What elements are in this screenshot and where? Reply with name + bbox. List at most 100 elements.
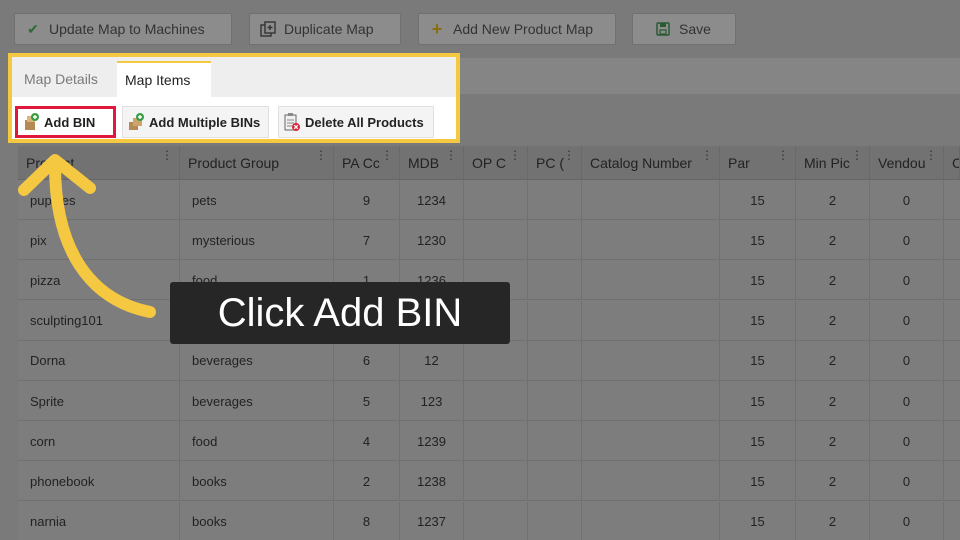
cell-vendout[interactable]: 0	[870, 340, 944, 381]
cell-catalog-number[interactable]	[582, 300, 720, 341]
cell-pc[interactable]	[528, 421, 582, 462]
cell-pc[interactable]	[528, 180, 582, 220]
cell-product-group[interactable]: food	[180, 421, 334, 462]
table-row[interactable]: pix mysterious 7 1230 15 2 0	[18, 220, 960, 261]
cell-par[interactable]: 15	[720, 421, 796, 462]
cell-vendout[interactable]: 0	[870, 501, 944, 540]
column-menu-icon[interactable]: ⋮	[701, 149, 713, 161]
tab-map-items[interactable]: Map Items	[117, 61, 211, 97]
cell-mdb[interactable]: 1238	[400, 461, 464, 502]
add-new-product-map-button[interactable]: + Add New Product Map	[418, 13, 616, 45]
cell-product-group[interactable]: beverages	[180, 340, 334, 381]
cell-vendout[interactable]: 0	[870, 260, 944, 301]
cell-catalog-number[interactable]	[582, 421, 720, 462]
cell-product[interactable]: sculpting101	[18, 300, 180, 341]
column-menu-icon[interactable]: ⋮	[381, 149, 393, 161]
column-header-par[interactable]: Par ⋮	[720, 146, 796, 180]
cell-min-pick[interactable]: 2	[796, 381, 870, 421]
cell-pa[interactable]: 9	[334, 180, 400, 220]
add-bin-button[interactable]: Add BIN	[15, 106, 116, 138]
save-button[interactable]: Save	[632, 13, 736, 45]
cell-product-group[interactable]: books	[180, 461, 334, 502]
table-row[interactable]: corn food 4 1239 15 2 0	[18, 421, 960, 462]
cell-product[interactable]: phonebook	[18, 461, 180, 502]
column-header-product[interactable]: Product ⋮	[18, 146, 180, 180]
cell-min-pick[interactable]: 2	[796, 220, 870, 261]
cell-vendout[interactable]: 0	[870, 381, 944, 421]
column-menu-icon[interactable]: ⋮	[563, 149, 575, 161]
table-row[interactable]: puppies pets 9 1234 15 2 0	[18, 180, 960, 220]
cell-vendout[interactable]: 0	[870, 220, 944, 261]
cell-min-pick[interactable]: 2	[796, 340, 870, 381]
cell-pc[interactable]	[528, 260, 582, 301]
cell-pc[interactable]	[528, 381, 582, 421]
column-menu-icon[interactable]: ⋮	[315, 149, 327, 161]
delete-all-products-button[interactable]: Delete All Products	[278, 106, 434, 138]
duplicate-map-button[interactable]: Duplicate Map	[249, 13, 401, 45]
cell-pc[interactable]	[528, 300, 582, 341]
cell-par[interactable]: 15	[720, 381, 796, 421]
cell-par[interactable]: 15	[720, 220, 796, 261]
update-map-button[interactable]: ✔ Update Map to Machines	[14, 13, 232, 45]
cell-op[interactable]	[464, 461, 528, 502]
cell-catalog-number[interactable]	[582, 220, 720, 261]
cell-pa[interactable]: 6	[334, 340, 400, 381]
cell-catalog-number[interactable]	[582, 260, 720, 301]
column-menu-icon[interactable]: ⋮	[851, 149, 863, 161]
cell-product[interactable]: Sprite	[18, 381, 180, 421]
table-row[interactable]: Sprite beverages 5 123 15 2 0	[18, 381, 960, 421]
cell-pc[interactable]	[528, 220, 582, 261]
cell-product-group[interactable]: books	[180, 501, 334, 540]
cell-op[interactable]	[464, 501, 528, 540]
cell-mdb[interactable]: 1239	[400, 421, 464, 462]
column-menu-icon[interactable]: ⋮	[925, 149, 937, 161]
cell-product[interactable]: narnia	[18, 501, 180, 540]
cell-op[interactable]	[464, 180, 528, 220]
cell-op[interactable]	[464, 220, 528, 261]
column-menu-icon[interactable]: ⋮	[777, 149, 789, 161]
cell-par[interactable]: 15	[720, 180, 796, 220]
cell-product[interactable]: Dorna	[18, 340, 180, 381]
cell-pa[interactable]: 2	[334, 461, 400, 502]
column-header-mdb[interactable]: MDB ⋮	[400, 146, 464, 180]
cell-par[interactable]: 15	[720, 260, 796, 301]
cell-product[interactable]: pizza	[18, 260, 180, 301]
column-header-pc[interactable]: PC (⋮	[528, 146, 582, 180]
cell-min-pick[interactable]: 2	[796, 501, 870, 540]
cell-product-group[interactable]: mysterious	[180, 220, 334, 261]
column-header-c[interactable]: C	[944, 146, 960, 180]
column-menu-icon[interactable]: ⋮	[161, 149, 173, 161]
column-header-op[interactable]: OP C ⋮	[464, 146, 528, 180]
column-header-min-pick[interactable]: Min Pic ⋮	[796, 146, 870, 180]
cell-pa[interactable]: 4	[334, 421, 400, 462]
cell-min-pick[interactable]: 2	[796, 421, 870, 462]
cell-product-group[interactable]: beverages	[180, 381, 334, 421]
tab-map-details[interactable]: Map Details	[16, 61, 106, 97]
cell-pc[interactable]	[528, 501, 582, 540]
cell-pa[interactable]: 5	[334, 381, 400, 421]
table-row[interactable]: Dorna beverages 6 12 15 2 0	[18, 340, 960, 381]
cell-par[interactable]: 15	[720, 461, 796, 502]
cell-min-pick[interactable]: 2	[796, 260, 870, 301]
cell-par[interactable]: 15	[720, 501, 796, 540]
column-header-product-group[interactable]: Product Group ⋮	[180, 146, 334, 180]
cell-product[interactable]: corn	[18, 421, 180, 462]
cell-par[interactable]: 15	[720, 300, 796, 341]
cell-min-pick[interactable]: 2	[796, 180, 870, 220]
column-menu-icon[interactable]: ⋮	[509, 149, 521, 161]
add-multiple-bins-button[interactable]: Add Multiple BINs	[122, 106, 269, 138]
cell-pc[interactable]	[528, 461, 582, 502]
column-header-vendout[interactable]: Vendou ⋮	[870, 146, 944, 180]
cell-mdb[interactable]: 1230	[400, 220, 464, 261]
cell-catalog-number[interactable]	[582, 461, 720, 502]
column-header-pa[interactable]: PA Cc ⋮	[334, 146, 400, 180]
cell-op[interactable]	[464, 421, 528, 462]
cell-vendout[interactable]: 0	[870, 461, 944, 502]
cell-pa[interactable]: 8	[334, 501, 400, 540]
cell-op[interactable]	[464, 340, 528, 381]
cell-catalog-number[interactable]	[582, 340, 720, 381]
cell-catalog-number[interactable]	[582, 501, 720, 540]
cell-pa[interactable]: 7	[334, 220, 400, 261]
table-row[interactable]: phonebook books 2 1238 15 2 0	[18, 461, 960, 502]
cell-product-group[interactable]: pets	[180, 180, 334, 220]
